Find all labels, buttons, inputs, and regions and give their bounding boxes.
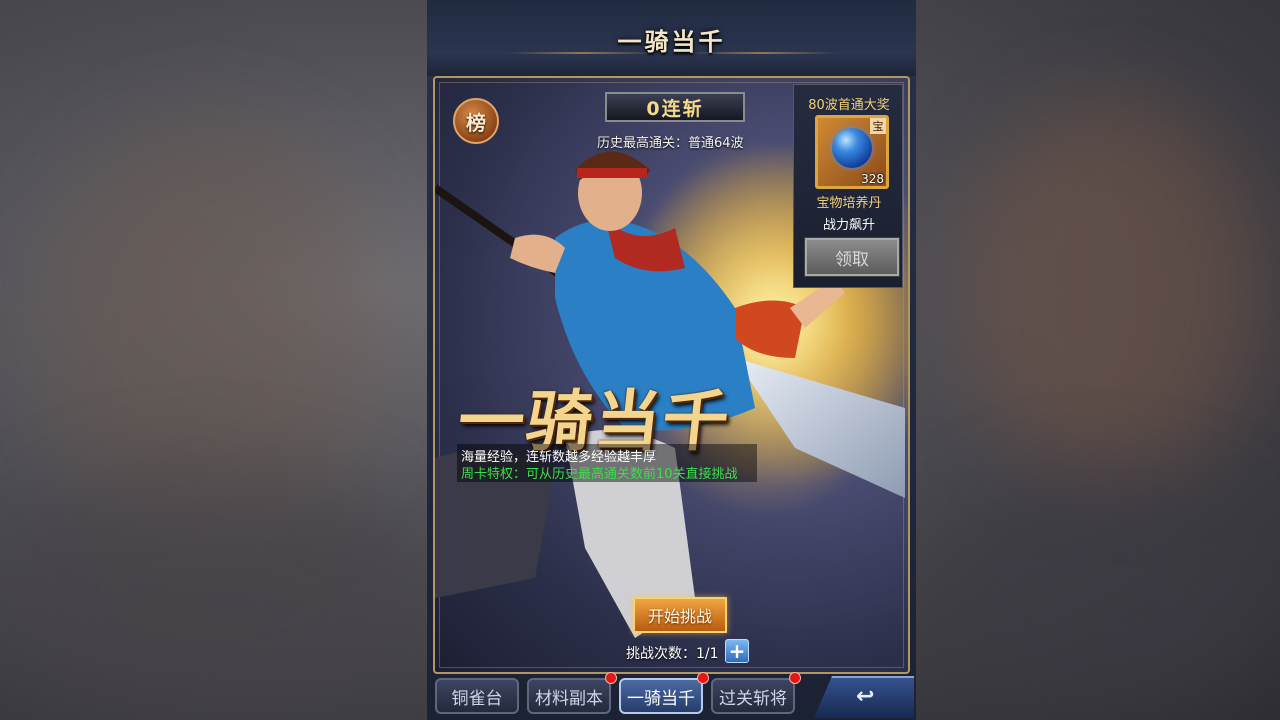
bottom-tab-bar: 铜雀台 材料副本 一骑当千 过关斩将 ↩ (427, 672, 916, 720)
tab-pass-gates[interactable]: 过关斩将 (711, 678, 795, 714)
page-title: 一骑当千 (617, 28, 726, 56)
back-arrow-icon: ↩ (856, 684, 875, 709)
leaderboard-button[interactable]: 榜 (453, 98, 499, 144)
background-blur (920, 480, 1280, 720)
history-record: 历史最高通关：普通64波 (597, 136, 744, 151)
tab-one-vs-thousand[interactable]: 一骑当千 (619, 678, 703, 714)
item-count: 328 (861, 172, 884, 186)
first-clear-reward-panel: 80波首通大奖 宝 328 宝物培养丹 战力飙升 领取 (793, 84, 903, 288)
reward-title: 80波首通大奖 (808, 98, 890, 113)
privilege-line: 周卡特权：可从历史最高通关数前10关直接挑战 (461, 467, 738, 482)
notification-badge (789, 672, 801, 684)
streak-counter: 0连斩 (605, 92, 745, 122)
add-attempts-button[interactable]: + (725, 639, 749, 663)
attempts-count: 挑战次数：1/1 (626, 646, 719, 662)
notification-badge (697, 672, 709, 684)
claim-button[interactable]: 领取 (804, 237, 900, 277)
back-button[interactable]: ↩ (814, 676, 914, 718)
tab-bronze-sparrow[interactable]: 铜雀台 (435, 678, 519, 714)
reward-item-desc: 战力飙升 (822, 218, 875, 233)
tab-material-dungeon[interactable]: 材料副本 (527, 678, 611, 714)
reward-item-slot[interactable]: 宝 328 (815, 115, 889, 189)
start-challenge-button[interactable]: 开始挑战 (633, 597, 727, 633)
notification-badge (605, 672, 617, 684)
streak-label: 0连斩 (646, 97, 704, 120)
treasure-pill-icon (832, 128, 872, 168)
title-bar: 一骑当千 (427, 0, 916, 76)
background-blur (0, 470, 430, 720)
background-blur (960, 100, 1260, 480)
reward-item-name: 宝物培养丹 (816, 196, 882, 211)
description-box: 海量经验，连斩数越多经验越丰厚 周卡特权：可从历史最高通关数前10关直接挑战 (457, 444, 757, 482)
item-tag: 宝 (870, 118, 886, 134)
